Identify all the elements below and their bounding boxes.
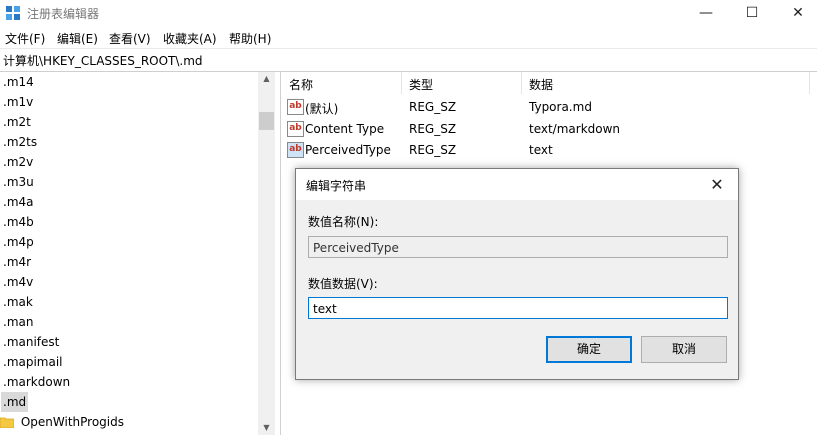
column-divider [521, 72, 522, 94]
column-type-header[interactable]: 类型 [409, 76, 433, 93]
key-tree: .m14 .m1v .m2t .m2ts .m2v .m3u .m4a .m4b… [0, 72, 258, 435]
tree-item[interactable]: .manifest [3, 332, 59, 352]
minimize-button[interactable]: — [683, 0, 729, 26]
minimize-icon: — [699, 5, 713, 21]
value-name: (默认) [305, 102, 339, 116]
string-value-icon: ab [287, 142, 304, 158]
tree-item[interactable]: .m1v [3, 92, 33, 112]
menu-favorites[interactable]: 收藏夹(A) [163, 30, 217, 47]
tree-scrollbar[interactable]: ▲ ▼ [258, 72, 275, 435]
dialog-title: 编辑字符串 [306, 179, 367, 193]
close-icon: ✕ [792, 5, 804, 21]
tree-item[interactable]: .m2v [3, 152, 33, 172]
address-path: 计算机\HKEY_CLASSES_ROOT\.md [3, 54, 203, 68]
menu-bar: 文件(F) 编辑(E) 查看(V) 收藏夹(A) 帮助(H) [0, 26, 817, 49]
column-divider [401, 72, 402, 94]
tree-item[interactable]: .m4b [3, 212, 34, 232]
string-value-icon: ab [287, 121, 304, 137]
value-name: Content Type [305, 122, 385, 136]
maximize-button[interactable]: ☐ [729, 0, 775, 26]
value-type: REG_SZ [409, 100, 457, 114]
scroll-down-icon[interactable]: ▼ [258, 421, 275, 435]
menu-help[interactable]: 帮助(H) [229, 30, 271, 47]
tree-item[interactable]: .mapimail [3, 352, 63, 372]
tree-item[interactable]: .mak [3, 292, 33, 312]
ok-button[interactable]: 确定 [546, 336, 632, 363]
tree-item[interactable]: .m4a [3, 192, 34, 212]
address-bar[interactable]: 计算机\HKEY_CLASSES_ROOT\.md [0, 49, 817, 72]
tree-item[interactable]: .markdown [3, 372, 70, 392]
value-name-field: PerceivedType [308, 236, 728, 258]
column-divider [809, 72, 810, 94]
value-data-label: 数值数据(V): [308, 277, 378, 291]
tree-item[interactable]: .m4v [3, 272, 33, 292]
dialog-titlebar: 编辑字符串 ✕ [296, 169, 738, 200]
value-name-label: 数值名称(N): [308, 215, 379, 229]
value-name: PerceivedType [305, 143, 391, 157]
value-data-input[interactable]: text [308, 297, 728, 319]
tree-item[interactable]: .m14 [3, 72, 34, 92]
tree-item[interactable]: .m2t [3, 112, 31, 132]
tree-item-child[interactable]: OpenWithProgids [0, 412, 124, 432]
value-data: text/markdown [529, 122, 621, 136]
column-name-header[interactable]: 名称 [289, 76, 313, 93]
tree-child-label: OpenWithProgids [20, 415, 124, 429]
value-type: REG_SZ [409, 143, 457, 157]
scroll-thumb[interactable] [259, 112, 274, 130]
close-button[interactable]: ✕ [775, 0, 817, 26]
window-titlebar: 注册表编辑器 — ☐ ✕ [0, 0, 817, 26]
value-type: REG_SZ [409, 122, 457, 136]
window-title: 注册表编辑器 [27, 7, 100, 21]
tree-item[interactable]: .m4r [3, 252, 31, 272]
value-data: Typora.md [529, 100, 592, 114]
tree-item[interactable]: .m4p [3, 232, 34, 252]
folder-icon [0, 417, 15, 429]
dialog-close-button[interactable]: ✕ [702, 172, 732, 197]
string-value-icon: ab [287, 99, 304, 115]
maximize-icon: ☐ [745, 5, 759, 21]
tree-item[interactable]: .m3u [3, 172, 34, 192]
menu-file[interactable]: 文件(F) [5, 30, 45, 47]
tree-item[interactable]: .man [3, 312, 33, 332]
tree-item[interactable]: .m2ts [3, 132, 37, 152]
column-data-header[interactable]: 数据 [529, 76, 553, 93]
menu-edit[interactable]: 编辑(E) [57, 30, 98, 47]
scroll-up-icon[interactable]: ▲ [258, 72, 275, 86]
menu-view[interactable]: 查看(V) [109, 30, 151, 47]
close-icon: ✕ [710, 175, 724, 194]
registry-editor-icon [6, 6, 20, 20]
tree-item-selected[interactable]: .md [1, 392, 29, 412]
edit-string-dialog: 编辑字符串 ✕ 数值名称(N): PerceivedType 数值数据(V): … [295, 168, 739, 380]
value-data: text [529, 143, 553, 157]
cancel-button[interactable]: 取消 [641, 336, 727, 363]
